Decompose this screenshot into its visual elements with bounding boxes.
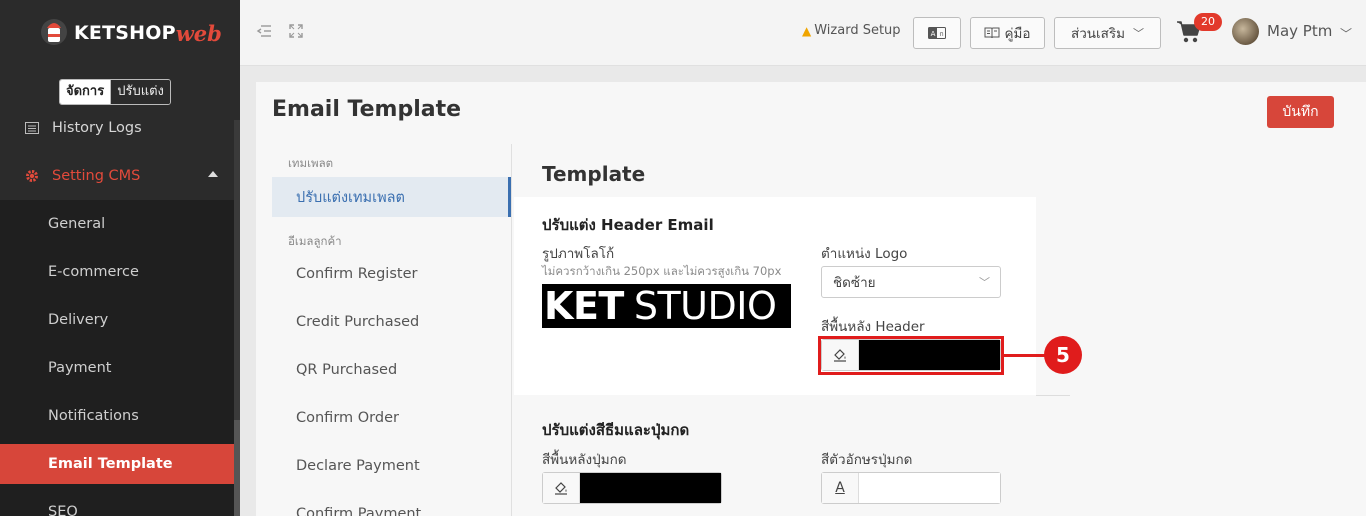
button-text-color-label: สีตัวอักษรปุ่มกด <box>821 452 913 468</box>
annotation-highlight-box <box>818 336 1004 375</box>
cart-count-badge: 20 <box>1194 13 1222 31</box>
brand-name: KETSHOP <box>74 22 176 44</box>
user-name[interactable]: May Ptm <box>1267 22 1332 40</box>
nav-item-confirm-payment[interactable]: Confirm Payment <box>272 494 511 516</box>
section-title: Template <box>542 162 646 186</box>
mode-customize-button[interactable]: ปรับแต่ง <box>110 80 170 104</box>
sidebar-scrollbar-thumb[interactable] <box>234 420 240 516</box>
logo-image-label: รูปภาพโลโก้ <box>542 246 615 262</box>
extras-dropdown[interactable]: ส่วนเสริม ﹀ <box>1054 17 1161 49</box>
manual-label: คู่มือ <box>1004 26 1031 42</box>
extras-label: ส่วนเสริม <box>1070 26 1126 42</box>
nav-item-customize-template[interactable]: ปรับแต่งเทมเพลต <box>272 177 511 217</box>
chevron-up-icon[interactable] <box>208 171 218 177</box>
chevron-down-icon: ﹀ <box>979 276 990 289</box>
save-button[interactable]: บันทึก <box>1267 96 1334 128</box>
brand-logo[interactable]: KETSHOP web <box>40 14 222 52</box>
theme-section-title: ปรับแต่งสีธีมและปุ่มกด <box>542 421 690 439</box>
logo-position-value: ชิดซ้าย <box>833 275 876 291</box>
chevron-down-icon[interactable]: ﹀ <box>1340 25 1352 42</box>
sidebar-item-notifications[interactable]: Notifications <box>0 396 235 436</box>
logo-position-select[interactable]: ชิดซ้าย ﹀ <box>821 266 1001 298</box>
logo-preview-text-bold: KET <box>544 284 624 328</box>
wizard-setup-label: Wizard Setup <box>814 23 901 38</box>
sidebar-item-email-template[interactable]: Email Template <box>0 444 235 484</box>
nav-group-template: เทมเพลต <box>288 156 334 170</box>
translate-icon: Aก <box>928 27 946 39</box>
sidebar-submenu: General E-commerce Delivery Payment Noti… <box>0 200 235 516</box>
section-divider <box>1036 395 1070 396</box>
sidebar-item-ecommerce[interactable]: E-commerce <box>0 252 235 292</box>
sidebar-item-label: History Logs <box>52 120 142 136</box>
svg-text:A: A <box>931 30 936 38</box>
chevron-down-icon: ﹀ <box>1133 27 1145 40</box>
mode-manage-button[interactable]: จัดการ <box>60 80 111 104</box>
logo-position-label: ตำแหน่ง Logo <box>821 246 908 262</box>
mode-toggle: จัดการ ปรับแต่ง <box>59 79 171 105</box>
header-email-title: ปรับแต่ง Header Email <box>542 216 714 234</box>
fullscreen-icon[interactable] <box>287 24 305 42</box>
sidebar-item-label: Setting CMS <box>52 168 141 184</box>
gear-icon <box>24 169 40 183</box>
manual-button[interactable]: คู่มือ <box>970 17 1045 49</box>
language-button[interactable]: Aก <box>913 17 961 49</box>
paint-bucket-icon <box>543 473 580 503</box>
sidebar-item-general[interactable]: General <box>0 204 235 244</box>
page-title: Email Template <box>272 97 462 122</box>
list-icon <box>24 122 40 134</box>
logo-image-upload[interactable]: KET STUDIO <box>542 284 791 328</box>
button-bg-color-picker[interactable] <box>542 472 722 504</box>
annotation-connector <box>1004 354 1045 357</box>
nav-item-confirm-register[interactable]: Confirm Register <box>272 254 511 294</box>
logo-preview-text-light: STUDIO <box>633 284 777 328</box>
sidebar-item-setting-cms[interactable]: Setting CMS <box>0 156 235 196</box>
button-bg-swatch[interactable] <box>580 473 721 503</box>
sidebar-item-payment[interactable]: Payment <box>0 348 235 388</box>
sidebar-item-seo[interactable]: SEO <box>0 492 235 516</box>
header-bg-label: สีพื้นหลัง Header <box>821 319 925 335</box>
sidebar-item-history-logs[interactable]: History Logs <box>0 108 235 148</box>
book-icon <box>984 27 1000 39</box>
nav-item-credit-purchased[interactable]: Credit Purchased <box>272 302 511 342</box>
wizard-setup-link[interactable]: ▲ Wizard Setup <box>802 23 901 38</box>
button-bg-label: สีพื้นหลังปุ่มกด <box>542 452 627 468</box>
nav-group-customer-email: อีเมลลูกค้า <box>288 234 342 248</box>
warning-icon: ▲ <box>802 23 812 38</box>
nav-item-confirm-order[interactable]: Confirm Order <box>272 398 511 438</box>
text-color-icon: A <box>822 473 859 503</box>
nav-item-declare-payment[interactable]: Declare Payment <box>272 446 511 486</box>
sidebar-item-delivery[interactable]: Delivery <box>0 300 235 340</box>
avatar[interactable] <box>1232 18 1259 45</box>
shop-logo-icon <box>41 19 67 45</box>
brand-suffix: web <box>175 20 222 46</box>
logo-size-hint: ไม่ควรกว้างเกิน 250px และไม่ควรสูงเกิน 7… <box>542 264 782 278</box>
sidebar: KETSHOP web จัดการ ปรับแต่ง History Logs… <box>0 0 240 516</box>
button-text-swatch[interactable] <box>859 473 1000 503</box>
svg-text:ก: ก <box>939 30 943 38</box>
nav-item-qr-purchased[interactable]: QR Purchased <box>272 350 511 390</box>
annotation-step-badge: 5 <box>1044 336 1082 374</box>
button-text-color-picker[interactable]: A <box>821 472 1001 504</box>
collapse-menu-icon[interactable] <box>255 24 273 42</box>
